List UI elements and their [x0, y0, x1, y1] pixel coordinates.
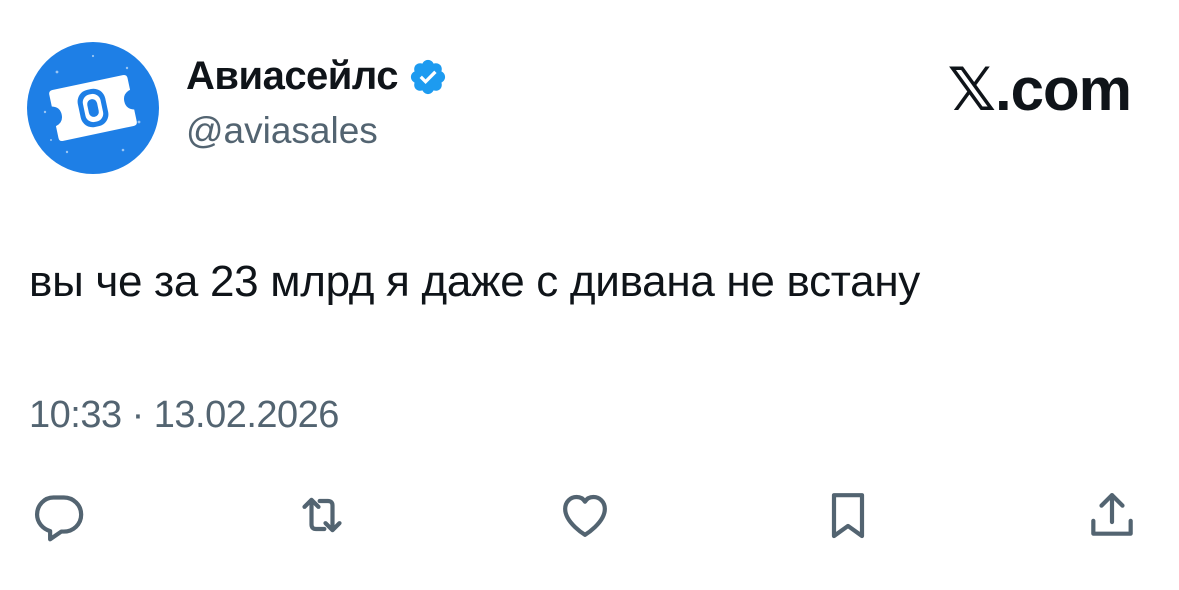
x-logo-icon: 𝕏 — [947, 55, 996, 125]
tweet-date: 13.02.2026 — [153, 394, 340, 436]
timestamp-separator: · — [131, 394, 145, 436]
retweet-button[interactable] — [292, 485, 352, 545]
share-button[interactable] — [1082, 485, 1142, 545]
tweet-time: 10:33 — [29, 394, 122, 436]
retweet-icon — [302, 497, 342, 533]
tweet-timestamp[interactable]: 10:33 · 13.02.2026 — [29, 392, 339, 438]
x-com-logo: 𝕏 .com — [947, 55, 1132, 125]
reply-button[interactable] — [29, 485, 89, 545]
author-name-row: Авиасейлс — [186, 52, 448, 100]
reply-icon — [34, 495, 84, 542]
brand-suffix: .com — [994, 56, 1132, 123]
verified-badge-icon — [410, 59, 446, 95]
bookmark-icon — [831, 493, 865, 539]
tweet-text: вы че за 23 млрд я даже с дивана не вста… — [29, 257, 921, 306]
heart-icon — [563, 494, 607, 537]
share-icon — [1091, 493, 1133, 536]
avatar[interactable] — [27, 42, 159, 174]
display-name[interactable]: Авиасейлс — [186, 52, 399, 100]
author-handle[interactable]: @aviasales — [186, 108, 378, 154]
bookmark-button[interactable] — [818, 485, 878, 545]
like-button[interactable] — [555, 485, 615, 545]
tweet-actions — [0, 485, 1179, 545]
aviasales-logo-icon — [43, 54, 141, 154]
